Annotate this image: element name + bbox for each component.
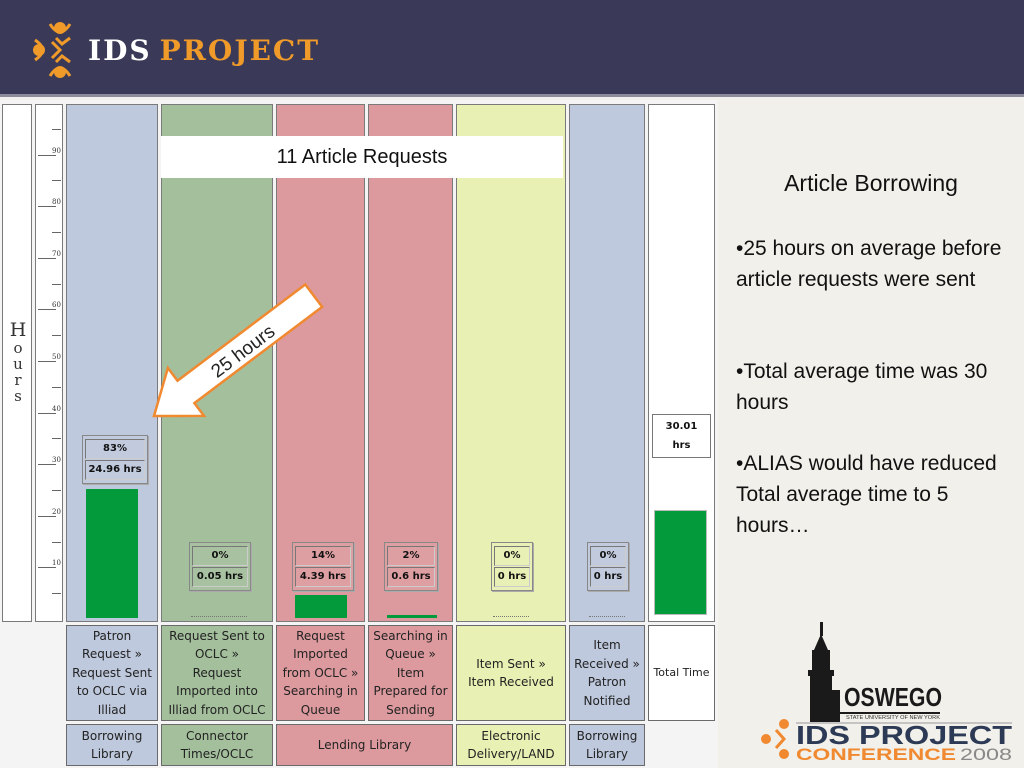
y-tick-label: 60 <box>52 301 61 310</box>
y-tick-label: 30 <box>52 456 61 465</box>
y-tick <box>38 567 56 569</box>
stage-label: Total Time <box>648 625 715 721</box>
y-tick <box>38 154 56 156</box>
chart-title: 11 Article Requests <box>161 136 563 178</box>
logo-text-project: PROJECT <box>159 33 321 67</box>
y-tick-label: 10 <box>52 559 61 568</box>
value-label-box: 14% 4.39 hrs <box>292 542 354 591</box>
y-axis-title: H o u r s <box>3 320 33 404</box>
bar <box>387 614 437 618</box>
panel-title: Article Borrowing <box>784 170 958 196</box>
zero-baseline <box>493 616 529 617</box>
total-value: 30.01 <box>665 421 698 432</box>
y-tick <box>52 438 61 440</box>
ids-people-icon <box>33 22 72 78</box>
y-axis-letter: r <box>14 371 22 389</box>
group-label: Borrowing Library <box>569 724 645 766</box>
value-label-box: 2% 0.6 hrs <box>384 542 438 591</box>
y-tick <box>52 386 61 388</box>
y-tick <box>52 490 61 491</box>
conference-logo: OSWEGO STATE UNIVERSITY OF NEW YORK IDS … <box>761 622 1012 760</box>
zero-baseline <box>191 616 247 617</box>
conference-line2: CONFERENCE <box>796 745 956 760</box>
hours-label: 24.96 hrs <box>85 460 145 480</box>
value-label-box: 0% 0 hrs <box>587 542 629 591</box>
chart-area: H o u r s 10 20 30 40 50 60 70 80 90 83% 24.96 hr… <box>0 100 718 768</box>
group-label: Borrowing Library <box>66 724 158 766</box>
stage-label: Request Sent to OCLC » Request Imported … <box>161 625 273 721</box>
hours-label: 0.6 hrs <box>387 567 435 587</box>
y-tick <box>38 309 56 311</box>
y-axis-letter: H <box>9 319 27 341</box>
y-axis-scale: 10 20 30 40 50 60 70 80 90 <box>35 104 63 622</box>
group-label: Lending Library <box>276 724 453 766</box>
stage-label: Item Sent » Item Received <box>456 625 566 721</box>
percent-label: 0% <box>192 546 248 566</box>
y-tick <box>52 283 61 285</box>
university-name: OSWEGO <box>844 682 942 712</box>
value-label-box: 0% 0.05 hrs <box>189 542 251 591</box>
value-label-box: 0% 0 hrs <box>491 542 533 591</box>
percent-label: 0% <box>590 546 626 566</box>
bullet-item: •ALIAS would have reduced Total average … <box>736 452 997 537</box>
hours-label: 0.05 hrs <box>192 567 248 587</box>
bullet-item: •25 hours on average before article requ… <box>736 237 1002 291</box>
y-tick-label: 40 <box>52 404 61 413</box>
stage-label: Searching in Queue » Item Prepared for S… <box>368 625 453 721</box>
y-tick <box>38 412 56 414</box>
y-tick <box>52 335 61 337</box>
ids-people-icon <box>761 719 789 759</box>
bar <box>295 595 347 618</box>
y-tick-label: 90 <box>52 146 61 155</box>
value-label-box: 83% 24.96 hrs <box>82 435 148 484</box>
hours-label: 4.39 hrs <box>295 567 351 587</box>
bullet-item: •Total average time was 30 hours <box>736 360 988 414</box>
stage-label: Request Imported from OCLC » Searching i… <box>276 625 365 721</box>
y-axis-letter: u <box>13 355 23 373</box>
y-tick-label: 20 <box>52 507 61 516</box>
y-tick <box>52 541 61 543</box>
hours-label: 0 hrs <box>590 567 626 587</box>
total-value-label: 30.01 hrs <box>652 414 711 458</box>
header-bar: IDS PROJECT <box>0 0 1024 97</box>
y-axis-title-column: H o u r s <box>2 104 32 622</box>
logo-text-ids: IDS <box>88 33 152 67</box>
ids-project-logo: IDS PROJECT <box>32 20 320 80</box>
y-tick-label: 70 <box>52 249 61 258</box>
y-tick <box>38 464 56 466</box>
y-tick-label: 50 <box>52 353 61 361</box>
group-label: Connector Times/OCLC <box>161 724 273 766</box>
stage-label: Patron Request » Request Sent to OCLC vi… <box>66 625 158 721</box>
logo-text: IDS PROJECT <box>88 34 320 67</box>
slide: IDS PROJECT H o u r s 10 20 30 40 50 60 70 80 90 … <box>0 0 1024 768</box>
percent-label: 2% <box>387 546 435 566</box>
y-tick <box>38 515 56 517</box>
y-tick <box>38 361 56 362</box>
y-tick-label: 80 <box>52 198 61 207</box>
hours-label: 0 hrs <box>494 567 530 587</box>
stage-label: Item Received » Patron Notified <box>569 625 645 721</box>
group-label: Electronic Delivery/LAND <box>456 724 566 766</box>
y-axis-letter: s <box>14 387 22 405</box>
y-tick <box>52 128 61 130</box>
percent-label: 0% <box>494 546 530 566</box>
y-tick <box>52 180 61 182</box>
y-tick <box>52 593 61 595</box>
percent-label: 14% <box>295 546 351 566</box>
annotation-arrow: 25 hours <box>152 282 324 418</box>
bar <box>86 489 138 618</box>
y-tick <box>38 206 56 208</box>
total-unit: hrs <box>672 440 691 451</box>
y-tick <box>52 232 61 233</box>
y-axis-letter: o <box>13 339 23 357</box>
conference-year: 2008 <box>960 745 1012 760</box>
zero-baseline <box>589 616 625 617</box>
y-tick <box>38 257 56 259</box>
percent-label: 83% <box>85 439 145 459</box>
bar <box>654 510 707 615</box>
